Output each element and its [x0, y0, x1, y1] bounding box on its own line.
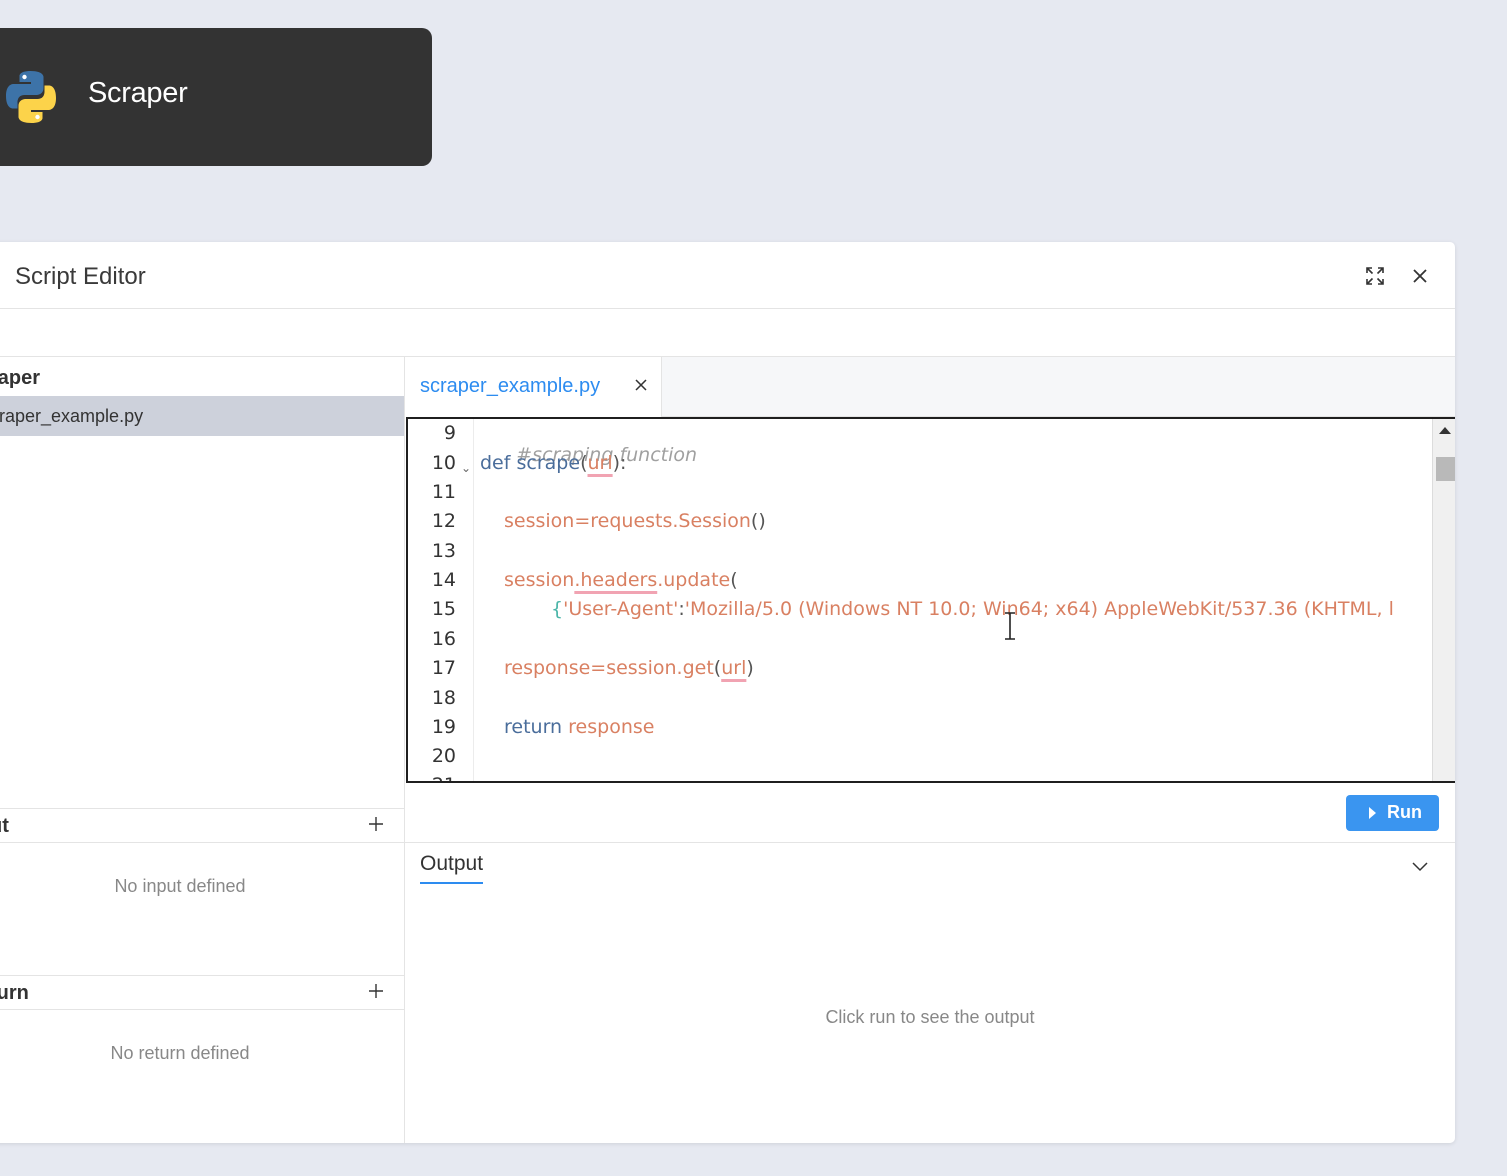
add-return-plus-icon[interactable] — [366, 981, 386, 1001]
dialog-header: Script Editor — [0, 242, 1455, 309]
line-number: 21 — [408, 774, 456, 781]
input-section-header: ut — [0, 808, 404, 843]
line-number: 17 — [431, 657, 456, 679]
run-toolbar: Run — [405, 783, 1455, 843]
code-line-12: session=requests.Session() — [504, 510, 766, 532]
line-number: 20 — [431, 745, 456, 767]
input-empty-text: No input defined — [114, 876, 246, 896]
output-empty-text: Click run to see the output — [825, 1007, 1035, 1027]
text-cursor-icon — [1005, 612, 1015, 640]
code-line-17: response=session.get(url) — [504, 657, 754, 679]
run-button-label: Run — [1387, 802, 1422, 822]
code-punct: ) — [746, 657, 754, 679]
code-function-name: scrape — [516, 452, 581, 474]
input-section-label: ut — [0, 815, 9, 837]
script-editor-dialog: Script Editor e raper craper_example.py … — [0, 242, 1455, 1143]
code-keyword: return — [504, 716, 563, 738]
code-punct: ( — [730, 569, 738, 591]
code-editor[interactable]: 9 10 ⌄ 11 12 13 14 15 16 17 18 19 20 21 … — [406, 417, 1455, 783]
play-icon — [1369, 807, 1376, 819]
return-section-label: turn — [0, 982, 29, 1004]
code-arg: url — [721, 657, 747, 679]
code-arg: url — [587, 452, 613, 474]
line-number: 13 — [431, 540, 456, 562]
line-number: 14 — [431, 569, 456, 591]
return-section-header: turn — [0, 975, 404, 1010]
menu-bar: e — [0, 309, 1455, 357]
code-line-10: def scrape(url): — [480, 452, 626, 474]
tree-folder[interactable]: raper — [0, 367, 40, 390]
line-number: 12 — [431, 510, 456, 532]
code-line-14: session.headers.update( — [504, 569, 738, 591]
expand-button[interactable] — [1363, 264, 1387, 288]
code-identifier: response — [568, 716, 655, 738]
code-line-15: {'User-Agent':'Mozilla/5.0 (Windows NT 1… — [551, 598, 1394, 620]
vertical-scrollbar[interactable] — [1432, 419, 1455, 781]
expand-icon — [1366, 267, 1384, 285]
code-identifier: session — [504, 569, 575, 591]
dialog-title: Script Editor — [15, 263, 146, 290]
code-keyword: def — [480, 452, 511, 474]
line-number-gutter: 9 10 ⌄ 11 12 13 14 15 16 17 18 19 20 21 — [408, 419, 474, 781]
code-identifier: response=session.get — [504, 657, 714, 679]
code-brace: { — [551, 598, 564, 620]
code-identifier: .update — [657, 569, 731, 591]
close-icon[interactable] — [634, 378, 648, 392]
code-string: 'User-Agent' — [563, 598, 679, 620]
tab-label: scraper_example.py — [420, 375, 601, 397]
tab-scraper-example[interactable]: scraper_example.py — [405, 357, 662, 417]
python-logo-icon — [6, 71, 56, 123]
line-number: 18 — [431, 687, 456, 709]
close-icon — [1413, 269, 1427, 283]
add-input-plus-icon[interactable] — [366, 814, 386, 834]
file-explorer-panel: raper craper_example.py ut No input defi… — [0, 357, 405, 1143]
code-line-19: return response — [504, 716, 654, 738]
scroll-up-arrow-icon[interactable] — [1439, 427, 1451, 434]
tab-output[interactable]: Output — [420, 852, 484, 884]
line-number: 19 — [431, 716, 456, 738]
tree-file-selected[interactable]: craper_example.py — [0, 396, 404, 436]
menu-item[interactable]: e — [0, 323, 1, 345]
line-number: 16 — [431, 628, 456, 650]
app-card[interactable]: Scraper — [0, 28, 432, 166]
line-number: 11 — [431, 481, 456, 503]
code-identifier: session=requests.Session — [504, 510, 751, 532]
fold-chevron-icon[interactable]: ⌄ — [461, 461, 471, 475]
app-title: Scraper — [88, 77, 188, 109]
line-number: 10 — [431, 452, 456, 474]
code-punct: ): — [612, 452, 627, 474]
code-string: 'Mozilla/5.0 (Windows NT 10.0; Win64; x6… — [684, 598, 1394, 620]
chevron-down-icon[interactable] — [1410, 857, 1430, 877]
close-dialog-button[interactable] — [1408, 264, 1432, 288]
line-number: 9 — [443, 422, 456, 444]
editor-tab-strip: scraper_example.py — [405, 357, 1455, 417]
scrollbar-thumb[interactable] — [1436, 457, 1455, 481]
code-identifier: .headers — [574, 569, 658, 591]
output-tab-label: Output — [420, 852, 484, 875]
run-button[interactable]: Run — [1346, 795, 1439, 831]
code-punct: () — [750, 510, 766, 532]
return-empty-text: No return defined — [110, 1043, 250, 1063]
line-number: 15 — [431, 598, 456, 620]
